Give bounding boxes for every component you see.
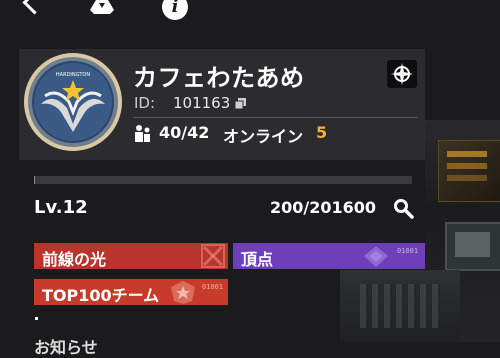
background-machine bbox=[340, 270, 460, 342]
xp-text: 200/201600 bbox=[270, 198, 376, 217]
online-label: オンライン bbox=[223, 123, 303, 147]
badge-frontline-light[interactable]: 前線の光 01001 bbox=[34, 243, 228, 269]
badge-emblem-icon bbox=[198, 243, 228, 269]
clan-id-label: ID: bbox=[134, 94, 155, 112]
xp-progress-bar bbox=[34, 176, 412, 184]
back-icon[interactable] bbox=[22, 0, 46, 15]
badge-apex[interactable]: 頂点 01001 bbox=[233, 243, 425, 269]
badge-label: 前線の光 bbox=[42, 246, 106, 269]
member-count: 40/42 bbox=[159, 123, 209, 142]
badge-emblem-icon bbox=[361, 243, 391, 269]
badge-number: 01001 bbox=[202, 283, 223, 291]
badge-number: 01001 bbox=[397, 247, 418, 255]
search-icon[interactable] bbox=[393, 198, 415, 220]
badge-emblem-icon bbox=[168, 279, 198, 305]
badge-label: TOP100チーム bbox=[42, 282, 159, 305]
badge-label: 頂点 bbox=[241, 246, 273, 269]
clan-name: カフェわたあめ bbox=[133, 58, 305, 93]
pin-icon[interactable] bbox=[387, 60, 417, 88]
info-icon[interactable]: i bbox=[162, 0, 188, 20]
top-bar: i bbox=[0, 0, 240, 20]
online-count: 5 bbox=[316, 123, 327, 142]
notice-heading: お知らせ bbox=[34, 334, 98, 358]
badge-top100-team[interactable]: TOP100チーム 01001 bbox=[34, 279, 228, 305]
clan-emblem[interactable]: HARDINGTON bbox=[23, 52, 123, 152]
copy-icon[interactable] bbox=[235, 98, 247, 109]
card-divider bbox=[133, 117, 418, 118]
section-marker bbox=[35, 317, 38, 320]
clan-id-value: 101163 bbox=[173, 94, 230, 112]
emblem-text: HARDINGTON bbox=[56, 72, 90, 78]
drive-icon[interactable] bbox=[90, 0, 114, 14]
clan-level: Lv.12 bbox=[34, 197, 88, 218]
background-console bbox=[438, 140, 500, 202]
background-monitor bbox=[445, 222, 500, 271]
members-icon bbox=[133, 124, 153, 142]
